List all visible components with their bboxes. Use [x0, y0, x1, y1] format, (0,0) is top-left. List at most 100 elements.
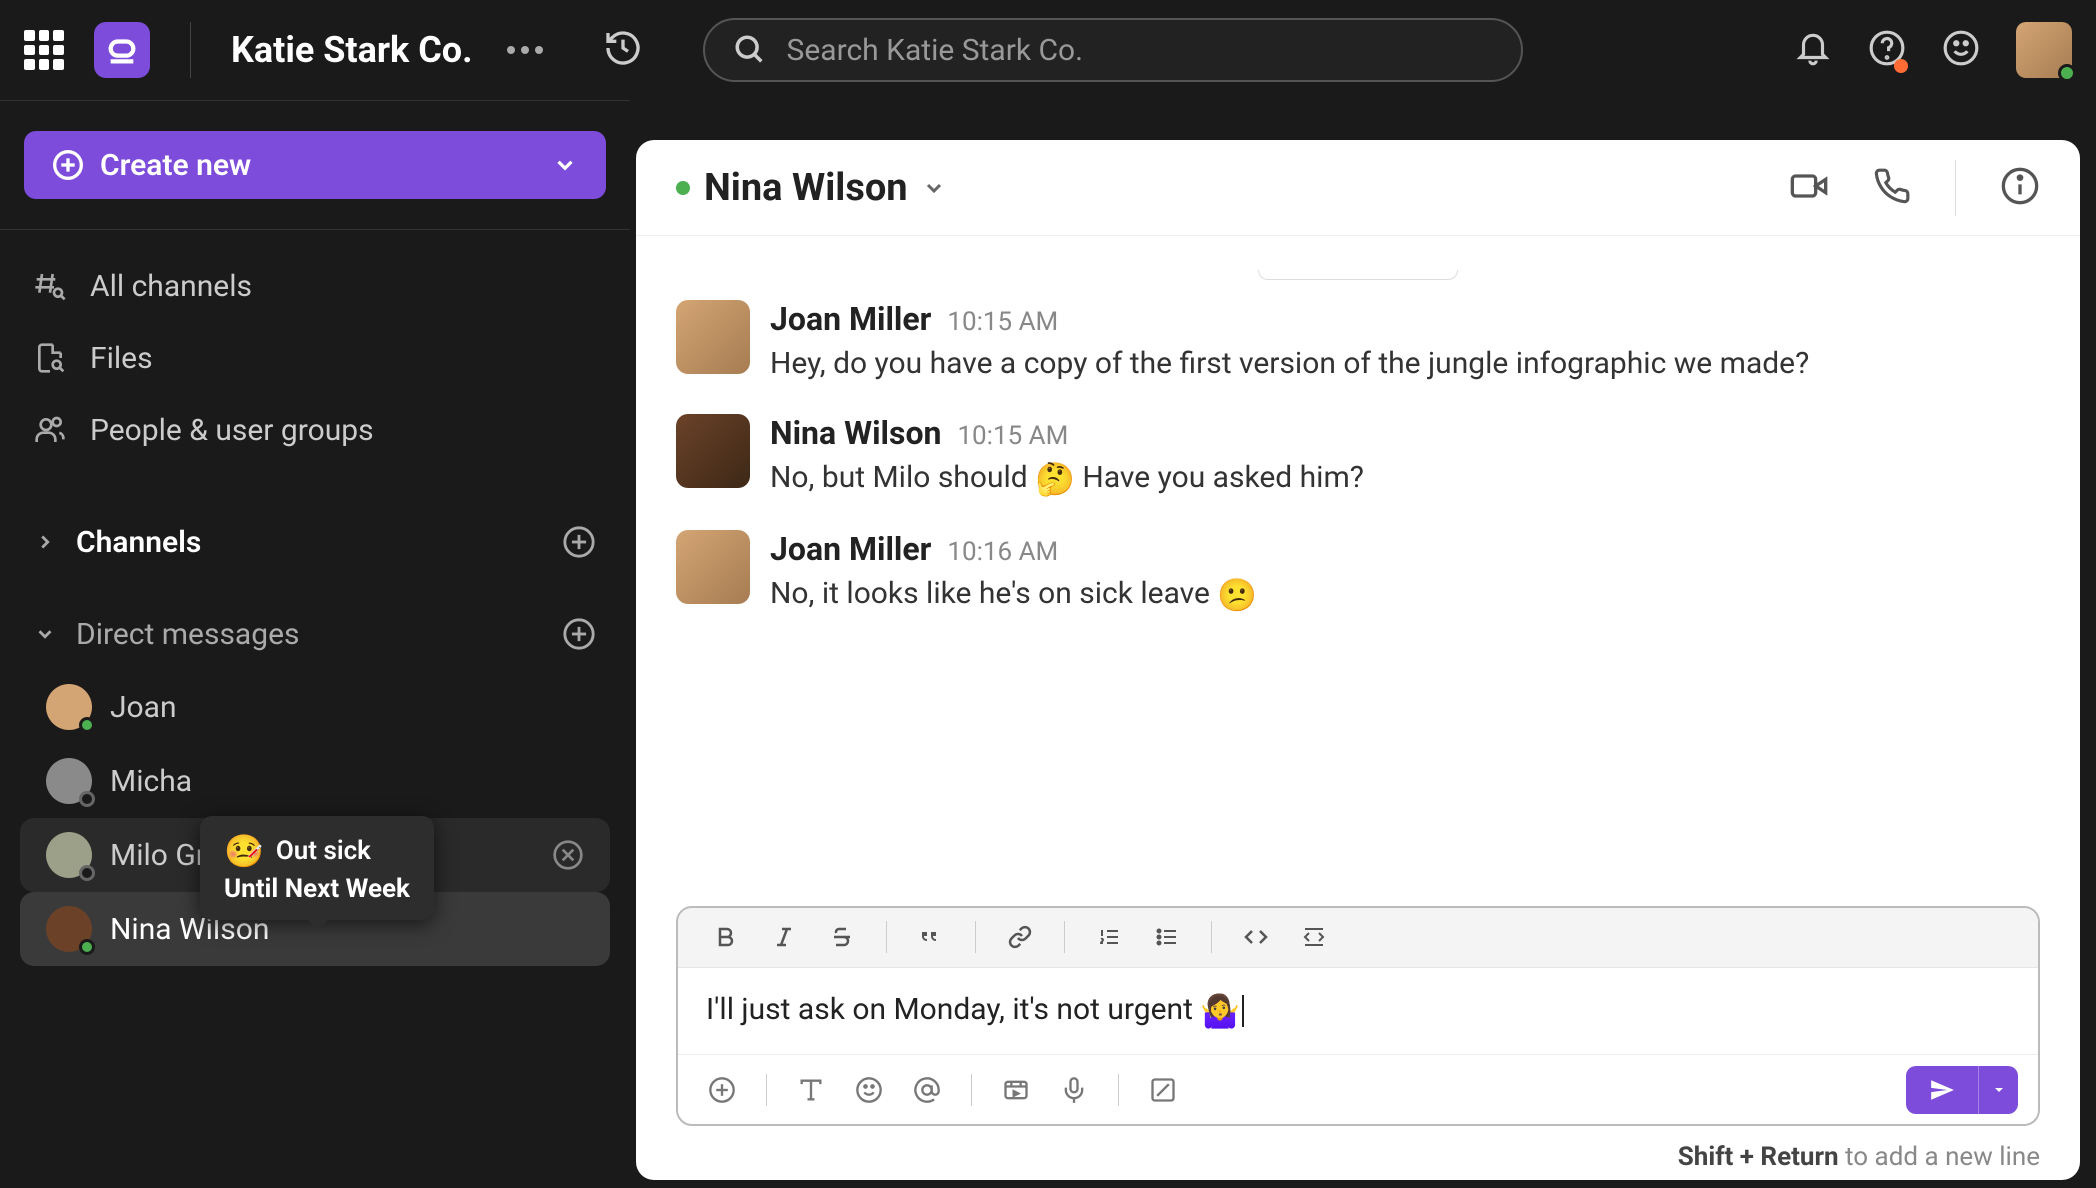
send-options-button[interactable] — [1978, 1066, 2018, 1114]
status-tooltip: 🤒 Out sick Until Next Week — [200, 816, 434, 920]
divider — [1955, 160, 1956, 216]
section-dms[interactable]: Direct messages — [0, 598, 630, 670]
link-button[interactable] — [996, 915, 1044, 959]
video-clip-button[interactable] — [992, 1068, 1040, 1112]
format-toggle-button[interactable] — [787, 1068, 835, 1112]
code-block-button[interactable] — [1290, 915, 1338, 959]
chat-header: Nina Wilson — [636, 140, 2080, 236]
hash-search-icon — [34, 270, 66, 302]
phone-call-icon[interactable] — [1873, 167, 1911, 209]
add-channel-icon[interactable] — [562, 525, 596, 559]
avatar — [46, 684, 92, 730]
avatar — [46, 832, 92, 878]
create-new-label: Create new — [100, 148, 251, 183]
search-box[interactable] — [703, 18, 1523, 82]
dm-item-joan[interactable]: Joan — [20, 670, 610, 744]
format-toolbar — [678, 908, 2038, 968]
plus-circle-icon — [52, 149, 84, 181]
app-logo[interactable] — [94, 22, 150, 78]
code-button[interactable] — [1232, 915, 1280, 959]
emoji-icon[interactable] — [1942, 29, 1980, 71]
message-list: Joan Miller 10:15 AM Hey, do you have a … — [636, 236, 2080, 894]
message-time: 10:16 AM — [947, 537, 1058, 567]
attach-button[interactable] — [698, 1068, 746, 1112]
date-divider — [1258, 270, 1458, 280]
quote-button[interactable] — [907, 915, 955, 959]
history-icon[interactable] — [603, 28, 643, 72]
chevron-right-icon — [34, 531, 56, 553]
message-text: Hey, do you have a copy of the first ver… — [770, 342, 2040, 386]
chevron-down-icon — [34, 623, 56, 645]
apps-grid-icon[interactable] — [24, 30, 64, 70]
nav-all-channels[interactable]: All channels — [0, 250, 630, 322]
tooltip-line2: Until Next Week — [224, 874, 410, 904]
workspace-name[interactable]: Katie Stark Co. — [231, 29, 473, 71]
nav-label: Files — [90, 341, 153, 376]
avatar — [46, 906, 92, 952]
message-author[interactable]: Joan Miller — [770, 300, 931, 338]
mention-button[interactable] — [903, 1068, 951, 1112]
bottom-toolbar — [678, 1054, 2038, 1124]
add-dm-icon[interactable] — [562, 617, 596, 651]
message-author[interactable]: Joan Miller — [770, 530, 931, 568]
presence-indicator — [2058, 64, 2076, 82]
close-icon[interactable] — [552, 839, 584, 871]
chevron-down-icon — [922, 176, 946, 200]
composer: I'll just ask on Monday, it's not urgent… — [676, 906, 2040, 1126]
create-new-button[interactable]: Create new — [24, 131, 606, 199]
people-icon — [34, 414, 66, 446]
bullet-list-button[interactable] — [1143, 915, 1191, 959]
section-channels[interactable]: Channels — [0, 506, 630, 578]
message-author[interactable]: Nina Wilson — [770, 414, 941, 452]
chat-title[interactable]: Nina Wilson — [676, 166, 946, 210]
presence-dot — [79, 791, 95, 807]
workspace-more-icon[interactable] — [507, 46, 543, 54]
notifications-icon[interactable] — [1794, 29, 1832, 71]
send-button[interactable] — [1906, 1066, 1978, 1114]
presence-dot — [79, 865, 95, 881]
avatar — [676, 530, 750, 604]
message[interactable]: Joan Miller 10:15 AM Hey, do you have a … — [676, 300, 2040, 386]
message-text: No, but Milo should 🤔 Have you asked him… — [770, 456, 2040, 502]
divider — [190, 22, 191, 78]
audio-clip-button[interactable] — [1050, 1068, 1098, 1112]
compose-input[interactable]: I'll just ask on Monday, it's not urgent… — [678, 968, 2038, 1054]
presence-dot — [676, 181, 690, 195]
chat-name: Nina Wilson — [704, 166, 908, 210]
message-time: 10:15 AM — [947, 307, 1058, 337]
dm-item-micha[interactable]: Micha — [20, 744, 610, 818]
section-label: Direct messages — [76, 617, 299, 652]
canvas-button[interactable] — [1139, 1068, 1187, 1112]
presence-dot — [79, 939, 95, 955]
emoji-picker-button[interactable] — [845, 1068, 893, 1112]
video-call-icon[interactable] — [1789, 166, 1829, 210]
message-time: 10:15 AM — [957, 421, 1068, 451]
topbar: Katie Stark Co. — [0, 0, 2096, 100]
message[interactable]: Joan Miller 10:16 AM No, it looks like h… — [676, 530, 2040, 618]
nav-files[interactable]: Files — [0, 322, 630, 394]
section-label: Channels — [76, 525, 201, 560]
avatar — [676, 414, 750, 488]
presence-dot — [79, 717, 95, 733]
italic-button[interactable] — [760, 915, 808, 959]
search-input[interactable] — [787, 33, 1493, 68]
chat-pane: Nina Wilson Joan Miller 10:15 AM — [636, 140, 2080, 1180]
tooltip-emoji: 🤒 — [224, 832, 264, 870]
info-icon[interactable] — [2000, 166, 2040, 210]
help-badge — [1894, 59, 1908, 73]
user-avatar[interactable] — [2016, 22, 2072, 78]
nav-label: All channels — [90, 269, 252, 304]
message-text: No, it looks like he's on sick leave 😕 — [770, 572, 2040, 618]
dm-name: Joan — [110, 690, 177, 725]
bold-button[interactable] — [702, 915, 750, 959]
message[interactable]: Nina Wilson 10:15 AM No, but Milo should… — [676, 414, 2040, 502]
tooltip-line1: Out sick — [276, 836, 371, 866]
search-icon — [733, 33, 767, 67]
nav-list: All channels Files People & user groups — [0, 229, 630, 486]
file-search-icon — [34, 342, 66, 374]
strikethrough-button[interactable] — [818, 915, 866, 959]
nav-people[interactable]: People & user groups — [0, 394, 630, 466]
help-icon[interactable] — [1868, 29, 1906, 71]
nav-label: People & user groups — [90, 413, 374, 448]
ordered-list-button[interactable] — [1085, 915, 1133, 959]
